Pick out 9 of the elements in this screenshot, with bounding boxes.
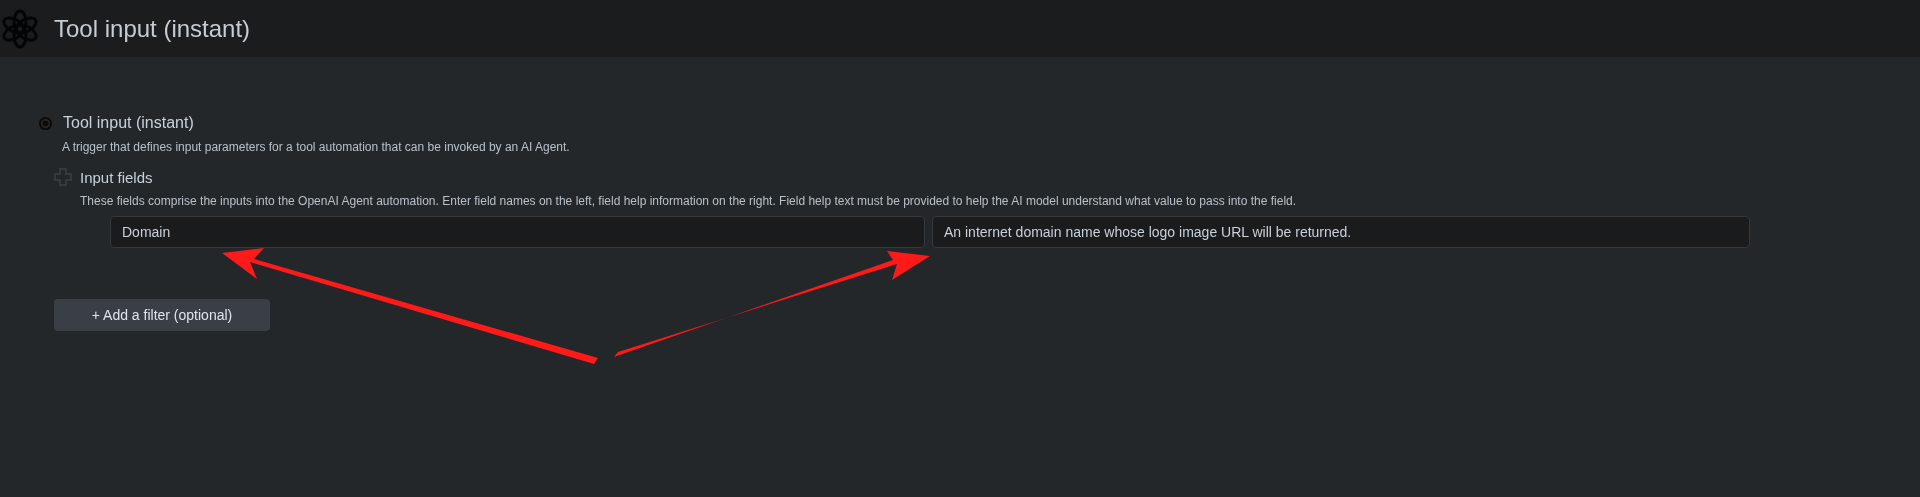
trigger-description: A trigger that defines input parameters for a tool automation that can be invoked by an AI Agent. <box>62 140 571 154</box>
field-name-input[interactable]: Domain <box>110 216 925 248</box>
plus-icon[interactable] <box>54 168 72 186</box>
add-filter-button[interactable]: + Add a filter (optional) <box>54 299 270 331</box>
field-help-input[interactable]: An internet domain name whose logo image URL will be returned. <box>932 216 1750 248</box>
section-help-text: These fields comprise the inputs into the OpenAI Agent automation. Enter field names on the left, field help information on the right. Field help text must be provided to help the AI model understand what value to pass into the field. <box>80 194 1298 208</box>
section-title: Input fields <box>80 168 153 186</box>
page-title: Tool input (instant) <box>54 14 251 43</box>
trigger-title: Tool input (instant) <box>63 114 194 132</box>
